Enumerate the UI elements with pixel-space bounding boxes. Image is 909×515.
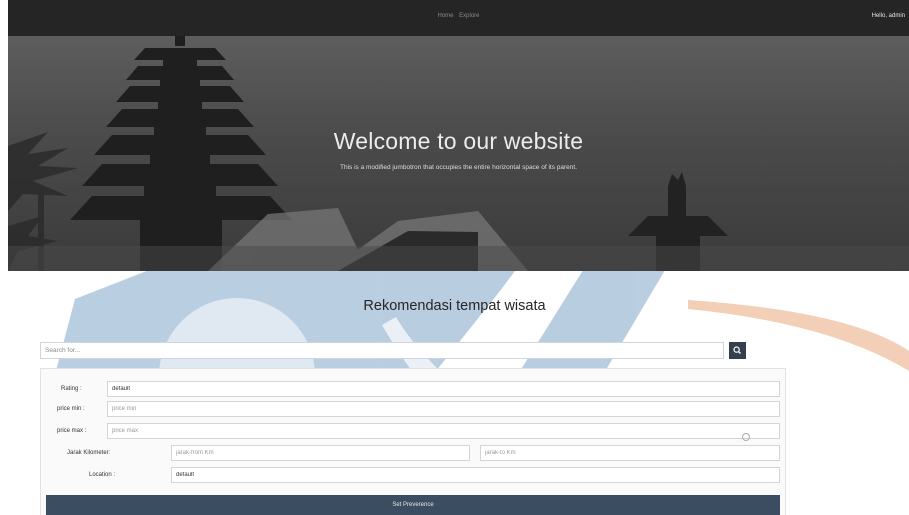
distance-to-field[interactable]: [480, 445, 780, 461]
content-section: Rekomendasi tempat wisata Rating : price…: [0, 271, 909, 515]
search-icon: [733, 346, 741, 354]
price-max-label: price max :: [57, 428, 87, 434]
section-title: Rekomendasi tempat wisata: [363, 298, 546, 314]
price-max-field[interactable]: [107, 423, 780, 439]
jumbotron: Welcome to our website This is a modifie…: [8, 36, 909, 271]
distance-label: Jarak Kilometer:: [67, 450, 111, 456]
location-label: Location :: [89, 472, 116, 478]
search-button[interactable]: [729, 342, 746, 359]
nav-link-home[interactable]: Home: [437, 13, 453, 19]
jumbotron-subtitle: This is a modified jumbotron that occupi…: [339, 164, 577, 171]
set-preference-button[interactable]: Set Preverence: [46, 495, 780, 515]
price-min-field[interactable]: [107, 401, 780, 417]
distance-from-field[interactable]: [171, 445, 470, 461]
user-greeting[interactable]: Hello, admin: [872, 13, 905, 19]
nav-link-explore[interactable]: Explore: [459, 13, 479, 19]
jumbotron-title: Welcome to our website: [333, 128, 584, 154]
location-field[interactable]: [171, 467, 780, 483]
nav-links: Home Explore: [8, 13, 909, 19]
price-max-spinner[interactable]: [742, 433, 750, 441]
price-min-label: price min :: [57, 406, 85, 412]
search-input[interactable]: [40, 342, 724, 359]
rating-field[interactable]: [107, 381, 780, 397]
rating-label: Rating :: [61, 386, 82, 392]
navbar: Home Explore Hello, admin: [8, 0, 909, 36]
